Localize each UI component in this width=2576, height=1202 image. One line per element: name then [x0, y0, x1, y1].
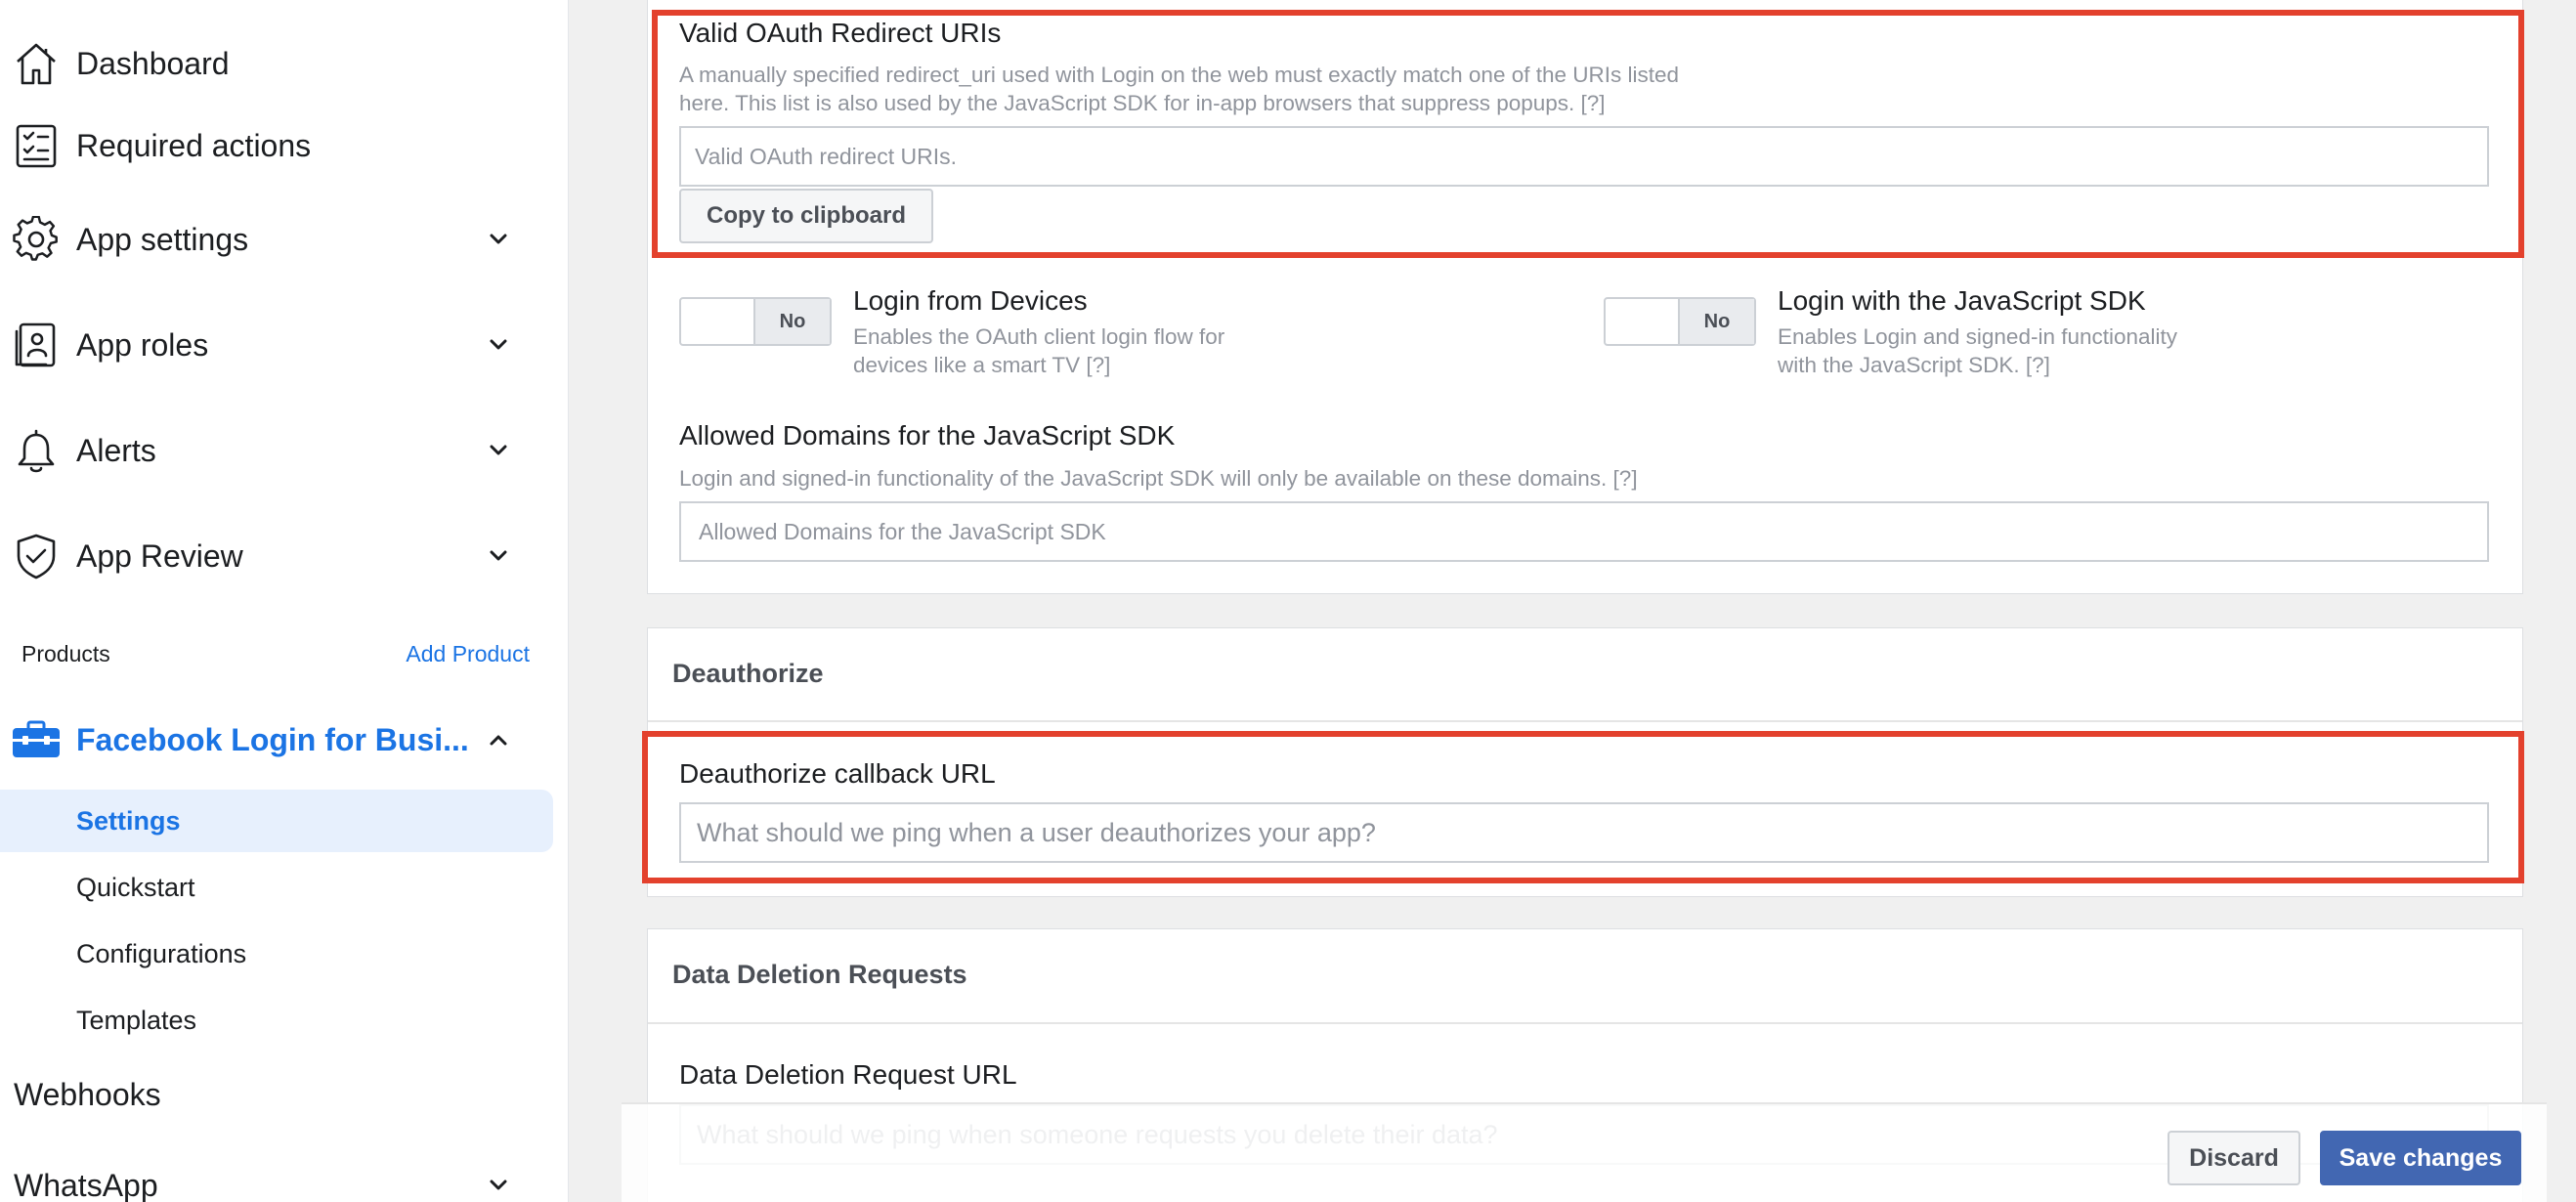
- discard-button[interactable]: Discard: [2168, 1131, 2300, 1185]
- product-facebook-login[interactable]: Facebook Login for Busi...: [0, 706, 568, 774]
- nav-dashboard[interactable]: Dashboard: [0, 29, 568, 98]
- section-divider: [648, 720, 2522, 722]
- id-badge-icon: [12, 321, 61, 369]
- nav-dashboard-label: Dashboard: [76, 45, 230, 81]
- deauthorize-callback-input[interactable]: [679, 802, 2489, 863]
- sub-item-templates-label: Templates: [76, 1005, 197, 1035]
- allowed-domains-label: Allowed Domains for the JavaScript SDK: [679, 420, 1176, 451]
- nav-webhooks[interactable]: Webhooks: [14, 1077, 161, 1113]
- login-with-js-sdk-help-line1: Enables Login and signed-in functionalit…: [1778, 324, 2178, 349]
- chevron-down-icon[interactable]: [485, 1172, 512, 1199]
- products-label: Products: [21, 641, 110, 666]
- chevron-down-icon[interactable]: [485, 331, 512, 359]
- sub-item-quickstart-label: Quickstart: [76, 872, 195, 902]
- nav-app-settings-label: App settings: [76, 221, 249, 257]
- chevron-down-icon[interactable]: [485, 437, 512, 464]
- nav-app-settings[interactable]: App settings: [0, 205, 568, 274]
- oauth-redirect-label: Valid OAuth Redirect URIs: [679, 18, 1002, 48]
- login-with-js-sdk-help-line2: with the JavaScript SDK. [?]: [1778, 353, 2050, 377]
- allowed-domains-input[interactable]: [679, 501, 2489, 562]
- oauth-redirect-input[interactable]: [679, 126, 2489, 187]
- nav-whatsapp-label: WhatsApp: [14, 1167, 158, 1202]
- toggle-state: No: [1678, 299, 1754, 344]
- sub-item-settings[interactable]: Settings: [0, 790, 553, 852]
- login-from-devices-title: Login from Devices: [853, 285, 1088, 316]
- nav-app-roles[interactable]: App roles: [0, 311, 568, 379]
- chevron-down-icon[interactable]: [485, 226, 512, 253]
- section-divider: [648, 1022, 2522, 1024]
- copy-to-clipboard-button[interactable]: Copy to clipboard: [679, 189, 933, 243]
- nav-alerts[interactable]: Alerts: [0, 416, 568, 485]
- data-deletion-section-title: Data Deletion Requests: [672, 960, 967, 989]
- nav-required-actions[interactable]: Required actions: [0, 111, 568, 180]
- nav-whatsapp[interactable]: WhatsApp: [0, 1151, 568, 1202]
- shield-check-icon: [12, 532, 61, 580]
- product-name: Facebook Login for Busi...: [76, 721, 469, 757]
- products-header: Products Add Product: [21, 635, 530, 674]
- save-changes-button[interactable]: Save changes: [2320, 1131, 2521, 1185]
- deauthorize-section-title: Deauthorize: [672, 659, 824, 688]
- nav-app-review[interactable]: App Review: [0, 522, 568, 590]
- bell-icon: [12, 426, 61, 475]
- login-with-js-sdk-toggle[interactable]: No: [1604, 297, 1756, 346]
- briefcase-icon: [12, 715, 61, 764]
- allowed-domains-help: Login and signed-in functionality of the…: [679, 466, 1638, 491]
- sub-item-configurations[interactable]: Configurations: [0, 923, 553, 985]
- chevron-up-icon[interactable]: [485, 726, 512, 753]
- data-deletion-url-label: Data Deletion Request URL: [679, 1059, 1017, 1090]
- oauth-redirect-help-line1: A manually specified redirect_uri used w…: [679, 63, 1680, 87]
- nav-app-review-label: App Review: [76, 537, 243, 574]
- nav-alerts-label: Alerts: [76, 432, 156, 468]
- checklist-icon: [12, 121, 61, 170]
- login-from-devices-toggle[interactable]: No: [679, 297, 832, 346]
- gear-icon: [12, 215, 61, 264]
- add-product-link[interactable]: Add Product: [406, 641, 530, 667]
- sub-item-templates[interactable]: Templates: [0, 989, 553, 1052]
- sub-item-configurations-label: Configurations: [76, 938, 247, 968]
- nav-required-actions-label: Required actions: [76, 127, 312, 163]
- sub-item-quickstart[interactable]: Quickstart: [0, 856, 553, 919]
- chevron-down-icon[interactable]: [485, 542, 512, 570]
- toggle-state: No: [753, 299, 830, 344]
- home-icon: [12, 39, 61, 88]
- login-from-devices-help-line1: Enables the OAuth client login flow for: [853, 324, 1225, 349]
- oauth-redirect-help-line2: here. This list is also used by the Java…: [679, 91, 1606, 115]
- sub-item-settings-label: Settings: [76, 805, 181, 836]
- sidebar: Dashboard Required actions App settings: [0, 0, 569, 1202]
- nav-app-roles-label: App roles: [76, 326, 209, 363]
- login-with-js-sdk-title: Login with the JavaScript SDK: [1778, 285, 2146, 316]
- deauthorize-callback-label: Deauthorize callback URL: [679, 758, 996, 789]
- login-from-devices-help-line2: devices like a smart TV [?]: [853, 353, 1111, 377]
